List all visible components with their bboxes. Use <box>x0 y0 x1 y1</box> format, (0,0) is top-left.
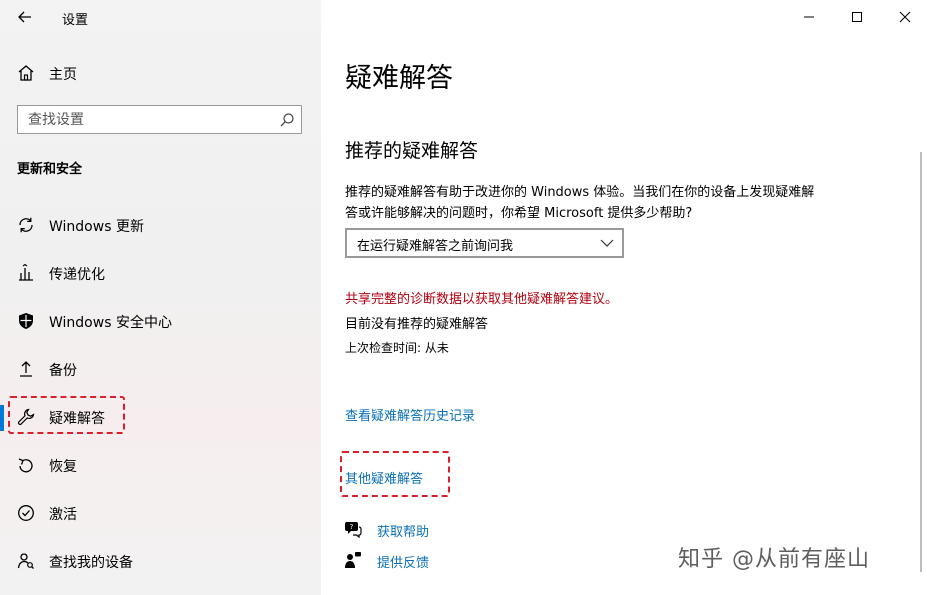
section-heading: 更新和安全 <box>17 162 83 177</box>
maximize-icon <box>852 12 862 22</box>
sidebar-item-label: 传递优化 <box>49 267 105 283</box>
sidebar-item-label: 查找我的设备 <box>49 555 133 571</box>
main-content: 疑难解答 推荐的疑难解答 推荐的疑难解答有助于改进你的 Windows 体验。当… <box>321 0 927 595</box>
sidebar-item-label: Windows 更新 <box>49 219 144 235</box>
no-recommended-text: 目前没有推荐的疑难解答 <box>345 317 489 332</box>
check-circle-icon <box>18 505 34 521</box>
troubleshoot-preference-select[interactable]: 在运行疑难解答之前询问我 <box>345 228 624 258</box>
get-help-link[interactable]: 获取帮助 <box>377 521 429 540</box>
delivery-optimization-icon <box>19 264 33 281</box>
select-value: 在运行疑难解答之前询问我 <box>357 239 514 254</box>
sidebar-item-windows-security[interactable]: Windows 安全中心 <box>0 302 321 342</box>
sidebar-item-home[interactable]: 主页 <box>0 54 321 94</box>
watermark: 知乎 @从前有座山 <box>678 547 870 572</box>
home-icon <box>18 65 34 81</box>
sidebar-item-windows-update[interactable]: Windows 更新 <box>0 206 321 246</box>
diagnostic-data-link[interactable]: 共享完整的诊断数据以获取其他疑难解答建议。 <box>345 288 618 307</box>
svg-text:?: ? <box>350 523 354 531</box>
close-button[interactable] <box>893 6 917 28</box>
back-arrow-icon <box>18 11 31 23</box>
sidebar-item-delivery-optimization[interactable]: 传递优化 <box>0 254 321 294</box>
help-chat-icon: ? <box>345 522 362 538</box>
minimize-button[interactable] <box>797 6 821 28</box>
search-box[interactable] <box>17 105 302 134</box>
search-icon[interactable] <box>279 112 295 128</box>
close-icon <box>899 11 911 23</box>
last-check-text: 上次检查时间: 从未 <box>345 341 449 355</box>
sidebar-item-label: 备份 <box>49 363 77 379</box>
sidebar-item-backup[interactable]: 备份 <box>0 350 321 390</box>
feedback-person-icon <box>345 552 361 568</box>
sidebar-item-activation[interactable]: 激活 <box>0 494 321 534</box>
app-title: 设置 <box>62 13 89 28</box>
sidebar-item-find-my-device[interactable]: 查找我的设备 <box>0 542 321 582</box>
sidebar: 设置 主页 更新和安全 Windows 更新 传递优化 <box>0 0 321 595</box>
person-locate-icon <box>17 553 34 569</box>
sidebar-item-label: 激活 <box>49 507 77 523</box>
scrollbar[interactable] <box>920 152 922 572</box>
backup-arrow-icon <box>20 361 32 377</box>
chevron-down-icon <box>600 239 614 247</box>
refresh-icon <box>19 217 33 233</box>
history-link[interactable]: 查看疑难解答历史记录 <box>345 405 475 424</box>
sidebar-item-label: 恢复 <box>49 459 77 475</box>
page-title: 疑难解答 <box>345 63 453 94</box>
minimize-icon <box>804 16 814 18</box>
annotation-highlight-box <box>8 396 125 434</box>
shield-icon <box>19 313 33 329</box>
recommended-heading: 推荐的疑难解答 <box>345 140 479 162</box>
recovery-icon <box>18 458 33 473</box>
give-feedback-link[interactable]: 提供反馈 <box>377 552 429 571</box>
sidebar-item-label: 主页 <box>49 67 77 83</box>
description-text: 推荐的疑难解答有助于改进你的 Windows 体验。当我们在你的设备上发现疑难解… <box>345 185 815 221</box>
sidebar-item-label: Windows 安全中心 <box>49 315 172 331</box>
back-button[interactable] <box>14 6 36 28</box>
maximize-button[interactable] <box>845 6 869 28</box>
sidebar-item-recovery[interactable]: 恢复 <box>0 446 321 486</box>
annotation-highlight-box <box>340 451 450 497</box>
search-input[interactable] <box>18 106 278 133</box>
